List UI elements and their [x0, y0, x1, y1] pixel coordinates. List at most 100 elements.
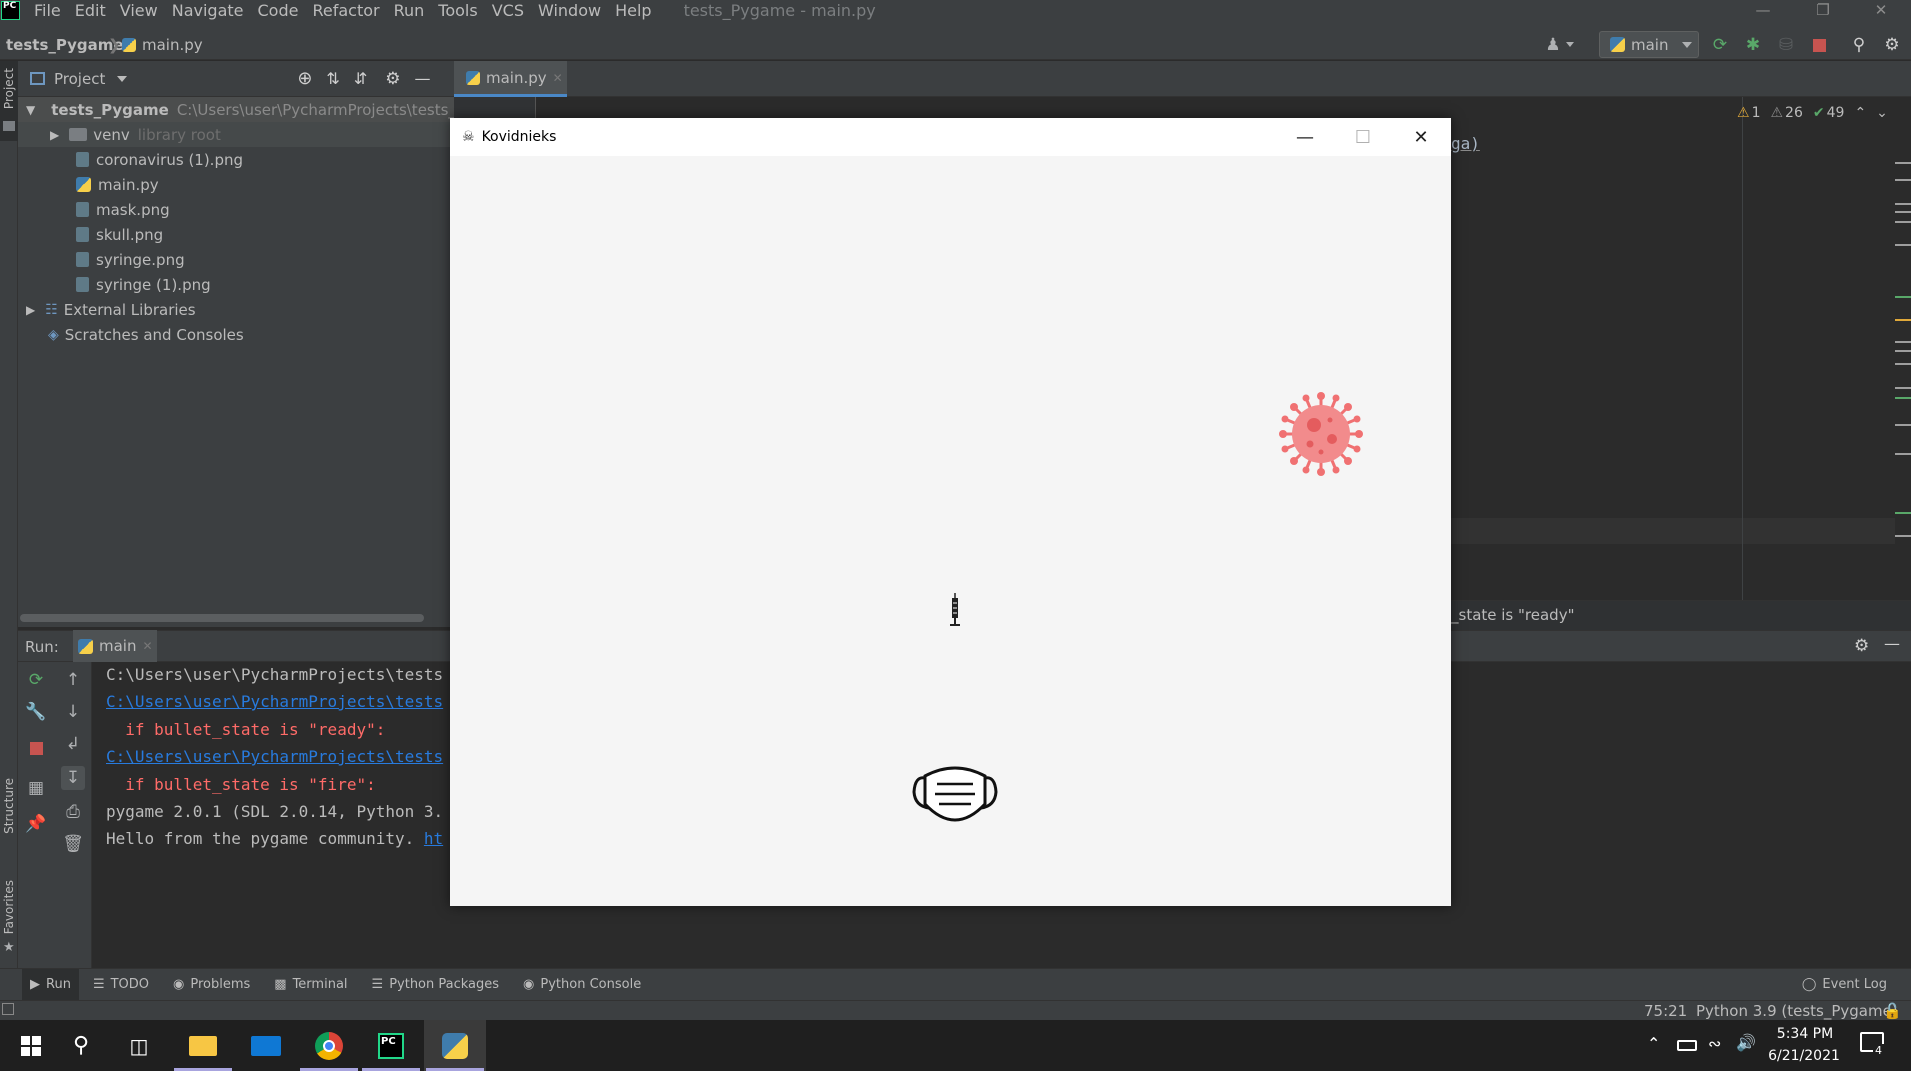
breadcrumb-file[interactable]: main.py: [142, 36, 203, 54]
locate-icon[interactable]: ⊕: [297, 68, 312, 89]
tool-tab-terminal[interactable]: ▩ Terminal: [274, 977, 347, 992]
arrow-down-icon[interactable]: ↓: [61, 700, 85, 724]
gear-icon[interactable]: ⚙: [385, 69, 400, 89]
chevron-up-icon[interactable]: ⌃: [1647, 1034, 1660, 1053]
inspection-widget[interactable]: ⚠ 1 ⚠ 26 ✔ 49 ⌃ ⌄: [1737, 105, 1888, 121]
rerun-icon[interactable]: ⟳: [1710, 35, 1730, 55]
debug-icon[interactable]: ✱: [1743, 35, 1763, 55]
chevron-right-icon[interactable]: ▶: [26, 303, 35, 317]
menu-vcs[interactable]: VCS: [492, 1, 524, 20]
chevron-down-icon[interactable]: ▼: [26, 103, 35, 117]
tool-tab-todo[interactable]: ☰ TODO: [93, 977, 149, 992]
volume-icon[interactable]: 🔊: [1736, 1033, 1756, 1052]
tool-tab-python-console[interactable]: ◉ Python Console: [523, 977, 641, 992]
horizontal-scrollbar[interactable]: [20, 614, 424, 622]
task-view-button[interactable]: ◫: [108, 1020, 170, 1071]
coverage-icon[interactable]: ⛁: [1776, 35, 1796, 55]
layout-icon[interactable]: ▦: [24, 776, 48, 800]
tree-item-file[interactable]: skull.png: [18, 222, 454, 247]
tool-tab-problems[interactable]: ◉ Problems: [173, 977, 250, 992]
tree-item-scratches[interactable]: ◈ Scratches and Consoles: [18, 322, 454, 347]
breadcrumb-statement[interactable]: _state is "ready": [1451, 606, 1574, 624]
gear-icon[interactable]: ⚙: [1882, 35, 1902, 55]
chevron-down-icon[interactable]: [117, 75, 128, 82]
interpreter-selector[interactable]: Python 3.9 (tests_Pygame): [1696, 1002, 1898, 1020]
chevron-down-icon[interactable]: ⌄: [1876, 105, 1888, 121]
rerun-icon[interactable]: ⟳: [24, 668, 48, 692]
wifi-icon[interactable]: ∾: [1708, 1034, 1721, 1053]
clock-date[interactable]: 6/21/2021: [1766, 1048, 1842, 1064]
file-explorer-app[interactable]: [172, 1020, 234, 1071]
expand-all-icon[interactable]: ⇅: [326, 69, 339, 88]
tree-item-venv[interactable]: ▶ venv library root: [18, 122, 454, 147]
favorites-tool-tab[interactable]: Favorites: [2, 880, 16, 934]
tree-item-file[interactable]: coronavirus (1).png: [18, 147, 454, 172]
menu-view[interactable]: View: [120, 1, 158, 20]
console-link[interactable]: C:\Users\user\PycharmProjects\tests: [106, 747, 443, 766]
ide-minimize-icon[interactable]: —: [1733, 0, 1793, 20]
menu-help[interactable]: Help: [615, 1, 651, 20]
menu-edit[interactable]: Edit: [75, 1, 106, 20]
layout-toggle-icon[interactable]: [2, 1003, 14, 1015]
run-tab-main[interactable]: main ✕: [73, 630, 157, 662]
tree-item-external-libraries[interactable]: ▶ ☷ External Libraries: [18, 297, 454, 322]
stop-icon[interactable]: [1809, 35, 1829, 55]
pygame-window[interactable]: ☠ Kovidnieks — ☐ ✕: [450, 118, 1451, 906]
search-button[interactable]: ⚲: [50, 1020, 112, 1071]
close-tab-icon[interactable]: ✕: [553, 71, 563, 85]
console-link[interactable]: C:\Users\user\PycharmProjects\tests: [106, 692, 443, 711]
chevron-right-icon[interactable]: ▶: [50, 128, 59, 142]
user-icon[interactable]: ♟: [1543, 35, 1563, 55]
menu-window[interactable]: Window: [538, 1, 601, 20]
menu-refactor[interactable]: Refactor: [312, 1, 379, 20]
arrow-up-icon[interactable]: ↑: [61, 668, 85, 692]
tool-tab-run[interactable]: ▶ Run: [22, 968, 79, 1001]
close-tab-icon[interactable]: ✕: [142, 639, 152, 653]
python-app[interactable]: [424, 1020, 486, 1071]
project-view-dropdown[interactable]: Project: [54, 70, 105, 88]
breadcrumb-project[interactable]: tests_Pygame: [6, 36, 124, 54]
tree-item-file[interactable]: syringe (1).png: [18, 272, 454, 297]
pygame-canvas[interactable]: [450, 156, 1451, 906]
pygame-minimize-icon[interactable]: —: [1276, 118, 1334, 156]
battery-icon[interactable]: [1677, 1040, 1697, 1051]
error-stripe[interactable]: [1895, 97, 1911, 600]
tree-item-file[interactable]: syringe.png: [18, 247, 454, 272]
ide-restore-icon[interactable]: ❐: [1793, 0, 1853, 20]
tree-item-file[interactable]: main.py: [18, 172, 454, 197]
run-config-select[interactable]: main: [1599, 31, 1699, 58]
menu-code[interactable]: Code: [258, 1, 299, 20]
hide-panel-icon[interactable]: —: [1884, 634, 1900, 653]
caret-position[interactable]: 75:21: [1644, 1002, 1687, 1020]
chevron-up-icon[interactable]: ⌃: [1854, 105, 1866, 121]
tab-main-py[interactable]: main.py ✕: [454, 61, 567, 97]
menu-run[interactable]: Run: [394, 1, 425, 20]
stop-icon[interactable]: [24, 736, 48, 760]
tool-tab-python-packages[interactable]: ☰ Python Packages: [372, 977, 500, 992]
menu-navigate[interactable]: Navigate: [172, 1, 244, 20]
menu-tools[interactable]: Tools: [438, 1, 477, 20]
hide-panel-icon[interactable]: —: [414, 69, 430, 88]
project-tool-tab[interactable]: Project: [2, 68, 16, 109]
event-log-button[interactable]: ◯ Event Log: [1802, 977, 1887, 992]
trash-icon[interactable]: 🗑: [61, 832, 85, 856]
pycharm-app[interactable]: PC: [360, 1020, 422, 1071]
wrench-icon[interactable]: 🔧: [24, 700, 48, 724]
print-icon[interactable]: ⎙: [61, 800, 85, 824]
tree-item-root[interactable]: ▼ tests_Pygame C:\Users\user\PycharmProj…: [18, 97, 493, 122]
tree-item-file[interactable]: mask.png: [18, 197, 454, 222]
structure-tool-tab[interactable]: Structure: [2, 778, 16, 834]
gear-icon[interactable]: ⚙: [1854, 636, 1869, 656]
clock-time[interactable]: 5:34 PM: [1775, 1026, 1835, 1042]
lock-icon[interactable]: 🔓: [1883, 1002, 1902, 1020]
chrome-app[interactable]: [298, 1020, 360, 1071]
ide-close-icon[interactable]: ✕: [1851, 0, 1911, 20]
pygame-close-icon[interactable]: ✕: [1392, 118, 1450, 156]
soft-wrap-icon[interactable]: ↲: [61, 732, 85, 756]
pygame-maximize-icon[interactable]: ☐: [1334, 118, 1392, 156]
scroll-to-end-icon[interactable]: ↧: [61, 766, 85, 790]
mail-app[interactable]: [235, 1020, 297, 1071]
console-link[interactable]: ht: [424, 829, 443, 848]
collapse-all-icon[interactable]: ⇵: [354, 69, 367, 88]
search-icon[interactable]: ⚲: [1849, 35, 1869, 55]
